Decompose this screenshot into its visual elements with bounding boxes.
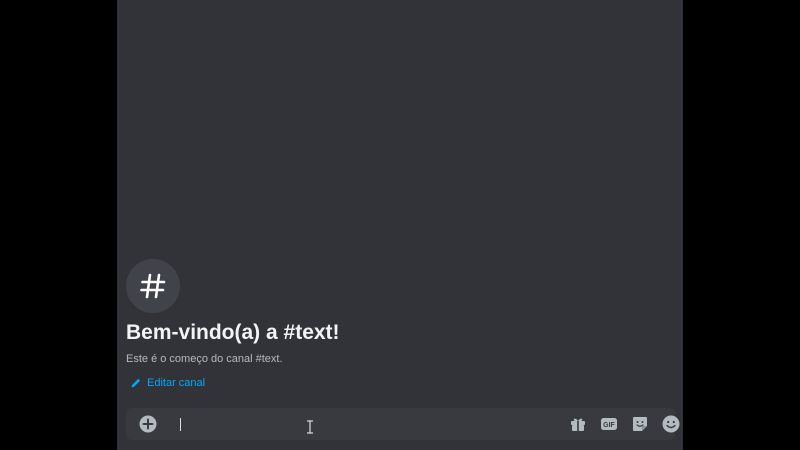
channel-hash-icon	[126, 259, 180, 313]
sticker-button[interactable]	[630, 414, 650, 434]
app-frame: Bem-vindo(a) a #text! Este é o começo do…	[0, 0, 800, 450]
ibeam-cursor-icon	[307, 420, 313, 434]
attach-button[interactable]	[138, 414, 158, 434]
plus-circle-icon	[139, 415, 157, 433]
edit-channel-label: Editar canal	[147, 377, 206, 389]
message-composer: GIF	[126, 408, 680, 440]
emoji-button[interactable]	[661, 414, 681, 434]
gift-icon	[571, 418, 585, 431]
channel-welcome: Bem-vindo(a) a #text! Este é o começo do…	[126, 259, 666, 394]
hash-icon	[140, 273, 166, 299]
text-caret	[180, 418, 181, 431]
edit-channel-button[interactable]: Editar canal	[130, 376, 205, 390]
welcome-title: Bem-vindo(a) a #text!	[126, 321, 340, 344]
emoji-icon	[662, 415, 680, 433]
gif-label: GIF	[603, 422, 615, 429]
pencil-icon	[131, 378, 141, 388]
sticker-icon	[633, 417, 647, 431]
message-input[interactable]	[168, 412, 548, 436]
welcome-subtitle: Este é o começo do canal #text.	[126, 353, 283, 365]
gif-button[interactable]: GIF	[599, 414, 619, 434]
gif-icon: GIF	[601, 418, 617, 430]
channel-view: Bem-vindo(a) a #text! Este é o começo do…	[117, 0, 683, 450]
gift-button[interactable]	[568, 414, 588, 434]
